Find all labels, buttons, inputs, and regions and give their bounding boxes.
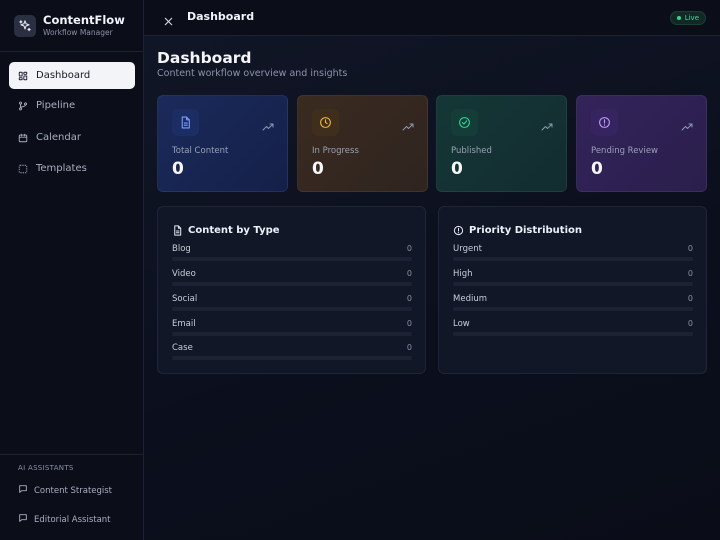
trending-up-icon: [541, 117, 553, 131]
template-icon: [18, 164, 28, 174]
stat-value: 0: [451, 159, 463, 179]
branch-icon: [18, 101, 28, 111]
trending-up-icon: [402, 117, 414, 131]
progress-bar: [453, 282, 693, 286]
content-by-type-panel: Content by Type Blog 0 Video 0 Social 0 …: [157, 206, 426, 374]
priority-distribution-panel: Priority Distribution Urgent 0 High 0 Me…: [438, 206, 707, 374]
row-label: Blog: [172, 244, 191, 254]
sidebar-item-label: Pipeline: [36, 100, 76, 111]
stat-card-in-progress[interactable]: In Progress 0: [297, 95, 428, 192]
header-title: Dashboard: [187, 10, 255, 23]
row-label: Video: [172, 269, 196, 279]
grid-icon: [18, 71, 28, 81]
progress-bar: [453, 307, 693, 311]
ai-assistants-heading: AI ASSISTANTS: [18, 464, 74, 472]
row-label: Low: [453, 319, 470, 329]
sidebar: ContentFlow Workflow Manager Dashboard P…: [0, 0, 144, 540]
document-icon: [172, 221, 183, 240]
stat-value: 0: [591, 159, 603, 179]
chat-icon: [18, 513, 28, 526]
row-count: 0: [406, 319, 412, 328]
alert-circle-icon: [453, 221, 464, 240]
row-count: 0: [406, 343, 412, 352]
stat-card-pending-review[interactable]: Pending Review 0: [576, 95, 707, 192]
progress-bar: [172, 307, 412, 311]
ai-item-editorial-assistant[interactable]: Editorial Assistant: [18, 513, 111, 526]
live-label: Live: [684, 14, 699, 22]
sidebar-item-label: Templates: [36, 163, 87, 174]
sidebar-item-pipeline[interactable]: Pipeline: [9, 92, 135, 119]
progress-bar: [172, 332, 412, 336]
status-dot-icon: [676, 16, 681, 20]
row-count: 0: [687, 319, 693, 328]
sidebar-item-label: Dashboard: [36, 70, 91, 81]
progress-bar: [172, 282, 412, 286]
panel-title: Priority Distribution: [469, 225, 582, 236]
panel-title: Content by Type: [188, 225, 280, 236]
sidebar-item-templates[interactable]: Templates: [9, 155, 135, 182]
stat-value: 0: [172, 159, 184, 179]
row-count: 0: [687, 269, 693, 278]
sidebar-item-dashboard[interactable]: Dashboard: [9, 62, 135, 89]
brand-name: ContentFlow: [43, 13, 125, 27]
stat-label: In Progress: [312, 146, 359, 156]
stat-label: Published: [451, 146, 492, 156]
stat-card-total-content[interactable]: Total Content 0: [157, 95, 288, 192]
brand-subtitle: Workflow Manager: [43, 28, 113, 37]
document-icon: [172, 109, 199, 136]
row-label: Case: [172, 343, 193, 353]
stat-card-published[interactable]: Published 0: [436, 95, 567, 192]
row-label: Email: [172, 319, 196, 329]
alert-circle-icon: [591, 109, 618, 136]
sparkles-icon: [14, 15, 36, 37]
sidebar-item-label: Calendar: [36, 132, 81, 143]
progress-bar: [453, 332, 693, 336]
row-label: Urgent: [453, 244, 482, 254]
divider: [0, 51, 143, 52]
row-label: Social: [172, 294, 198, 304]
chat-icon: [18, 484, 28, 497]
progress-bar: [453, 257, 693, 261]
clock-icon: [312, 109, 339, 136]
brand[interactable]: ContentFlow Workflow Manager: [14, 14, 125, 38]
progress-bar: [172, 257, 412, 261]
main-content: Dashboard Content workflow overview and …: [144, 36, 720, 540]
row-count: 0: [687, 294, 693, 303]
row-count: 0: [406, 294, 412, 303]
ai-item-label: Content Strategist: [34, 485, 113, 496]
row-count: 0: [406, 269, 412, 278]
divider: [0, 454, 143, 455]
row-count: 0: [687, 244, 693, 253]
stat-label: Pending Review: [591, 146, 659, 156]
row-label: Medium: [453, 294, 487, 304]
close-icon[interactable]: [163, 12, 174, 26]
sidebar-item-calendar[interactable]: Calendar: [9, 124, 135, 151]
trending-up-icon: [681, 117, 693, 131]
stat-value: 0: [312, 159, 324, 179]
live-status-badge: Live: [669, 11, 706, 25]
check-circle-icon: [451, 109, 478, 136]
top-header: Dashboard Live: [144, 0, 720, 36]
page-title: Dashboard: [157, 49, 252, 67]
trending-up-icon: [262, 117, 274, 131]
page-subtitle: Content workflow overview and insights: [157, 68, 348, 79]
progress-bar: [172, 356, 412, 360]
row-count: 0: [406, 244, 412, 253]
ai-item-content-strategist[interactable]: Content Strategist: [18, 484, 112, 497]
row-label: High: [453, 269, 473, 279]
calendar-icon: [18, 133, 28, 143]
stat-label: Total Content: [172, 146, 229, 156]
ai-item-label: Editorial Assistant: [34, 514, 111, 525]
